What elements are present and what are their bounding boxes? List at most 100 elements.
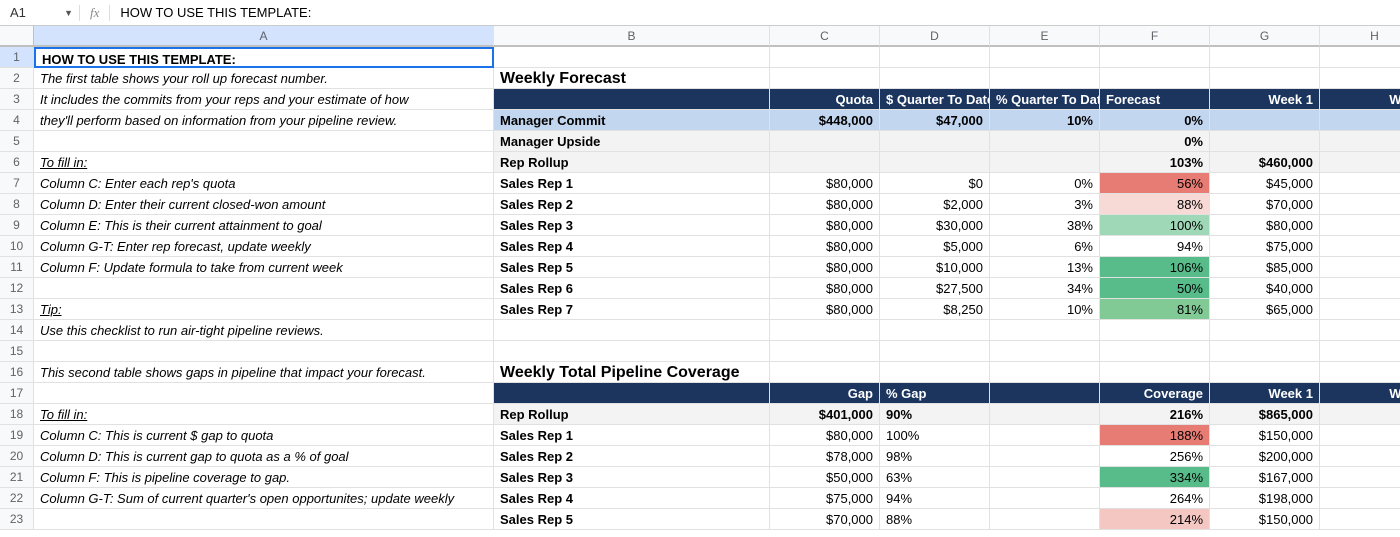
cell[interactable] [1320, 425, 1400, 446]
row-header[interactable]: 12 [0, 278, 34, 299]
cell[interactable]: $80,000 [770, 299, 880, 320]
cell[interactable] [990, 404, 1100, 425]
table-header[interactable]: Week 1 [1210, 89, 1320, 110]
cell[interactable]: 6% [990, 236, 1100, 257]
cell[interactable] [990, 509, 1100, 530]
row-header[interactable]: 16 [0, 362, 34, 383]
cell[interactable]: 88% [880, 509, 990, 530]
cell[interactable] [990, 467, 1100, 488]
cell[interactable]: 13% [990, 257, 1100, 278]
cell[interactable]: $80,000 [770, 257, 880, 278]
cell[interactable] [1100, 341, 1210, 362]
cell[interactable] [1320, 110, 1400, 131]
cell[interactable]: 103% [1100, 152, 1210, 173]
table-row-label[interactable]: Manager Upside [494, 131, 770, 152]
cell[interactable]: $80,000 [770, 425, 880, 446]
col-header-b[interactable]: B [494, 26, 770, 47]
cell[interactable]: $2,000 [880, 194, 990, 215]
table-row-label[interactable]: Manager Commit [494, 110, 770, 131]
table-row-label[interactable]: Rep Rollup [494, 404, 770, 425]
table-header[interactable]: Week [1320, 89, 1400, 110]
cell[interactable] [1320, 68, 1400, 89]
cell[interactable]: 56% [1100, 173, 1210, 194]
cell[interactable]: 10% [990, 110, 1100, 131]
cell[interactable] [990, 68, 1100, 89]
cell[interactable]: $198,000 [1210, 488, 1320, 509]
cell[interactable] [1210, 362, 1320, 383]
table-header[interactable]: Week 1 [1210, 383, 1320, 404]
cell[interactable] [1320, 467, 1400, 488]
cell[interactable]: 38% [990, 215, 1100, 236]
cell[interactable] [1320, 236, 1400, 257]
cell[interactable] [34, 278, 494, 299]
cell[interactable]: 34% [990, 278, 1100, 299]
cell[interactable]: 90% [880, 404, 990, 425]
cell[interactable] [990, 47, 1100, 68]
name-box[interactable]: A1 ▼ [4, 5, 79, 20]
cell[interactable] [770, 131, 880, 152]
row-header[interactable]: 1 [0, 47, 34, 68]
row-header[interactable]: 9 [0, 215, 34, 236]
cell[interactable] [1320, 173, 1400, 194]
cell[interactable] [34, 341, 494, 362]
row-header[interactable]: 3 [0, 89, 34, 110]
cell[interactable]: they'll perform based on information fro… [34, 110, 494, 131]
table-header[interactable] [990, 383, 1100, 404]
row-header[interactable]: 22 [0, 488, 34, 509]
cell[interactable] [880, 341, 990, 362]
row-header[interactable]: 13 [0, 299, 34, 320]
cell[interactable] [990, 362, 1100, 383]
cell[interactable]: $75,000 [770, 488, 880, 509]
cell[interactable]: $5,000 [880, 236, 990, 257]
cell[interactable]: 94% [880, 488, 990, 509]
table-header[interactable]: % Quarter To Date [990, 89, 1100, 110]
cell[interactable]: 94% [1100, 236, 1210, 257]
cell[interactable]: Tip: [34, 299, 494, 320]
row-header[interactable]: 20 [0, 446, 34, 467]
cell[interactable]: To fill in: [34, 404, 494, 425]
table-row-label[interactable]: Sales Rep 4 [494, 236, 770, 257]
cell[interactable]: 100% [1100, 215, 1210, 236]
cell[interactable]: Column D: Enter their current closed-won… [34, 194, 494, 215]
cell[interactable] [880, 152, 990, 173]
table-header[interactable] [494, 89, 770, 110]
cell[interactable]: 216% [1100, 404, 1210, 425]
cell[interactable]: It includes the commits from your reps a… [34, 89, 494, 110]
cell[interactable]: Column G-T: Enter rep forecast, update w… [34, 236, 494, 257]
cell[interactable]: $80,000 [770, 173, 880, 194]
cell[interactable]: 188% [1100, 425, 1210, 446]
cell[interactable]: 0% [1100, 131, 1210, 152]
cell[interactable]: 334% [1100, 467, 1210, 488]
table-row-label[interactable]: Rep Rollup [494, 152, 770, 173]
table-header[interactable]: $ Quarter To Date [880, 89, 990, 110]
cell[interactable] [1210, 341, 1320, 362]
cell[interactable]: $865,000 [1210, 404, 1320, 425]
cell[interactable]: $401,000 [770, 404, 880, 425]
cell[interactable]: $150,000 [1210, 425, 1320, 446]
cell[interactable] [770, 68, 880, 89]
cell[interactable] [1320, 299, 1400, 320]
cell[interactable] [1210, 131, 1320, 152]
cell[interactable]: Column C: Enter each rep's quota [34, 173, 494, 194]
cell[interactable]: $10,000 [880, 257, 990, 278]
row-header[interactable]: 10 [0, 236, 34, 257]
cell[interactable] [494, 341, 770, 362]
cell[interactable]: $27,500 [880, 278, 990, 299]
table-header[interactable]: % Gap [880, 383, 990, 404]
cell[interactable] [494, 47, 770, 68]
cell[interactable]: Column D: This is current gap to quota a… [34, 446, 494, 467]
cell[interactable]: 98% [880, 446, 990, 467]
row-header[interactable]: 11 [0, 257, 34, 278]
cell[interactable] [494, 320, 770, 341]
cell[interactable] [880, 68, 990, 89]
cell[interactable]: 88% [1100, 194, 1210, 215]
cell[interactable]: The first table shows your roll up forec… [34, 68, 494, 89]
cell[interactable] [990, 446, 1100, 467]
col-header-d[interactable]: D [880, 26, 990, 47]
cell[interactable] [1210, 68, 1320, 89]
cell[interactable] [1210, 320, 1320, 341]
cell[interactable] [1320, 488, 1400, 509]
cell[interactable] [1320, 362, 1400, 383]
table-header[interactable]: Gap [770, 383, 880, 404]
cell[interactable]: Column F: This is pipeline coverage to g… [34, 467, 494, 488]
